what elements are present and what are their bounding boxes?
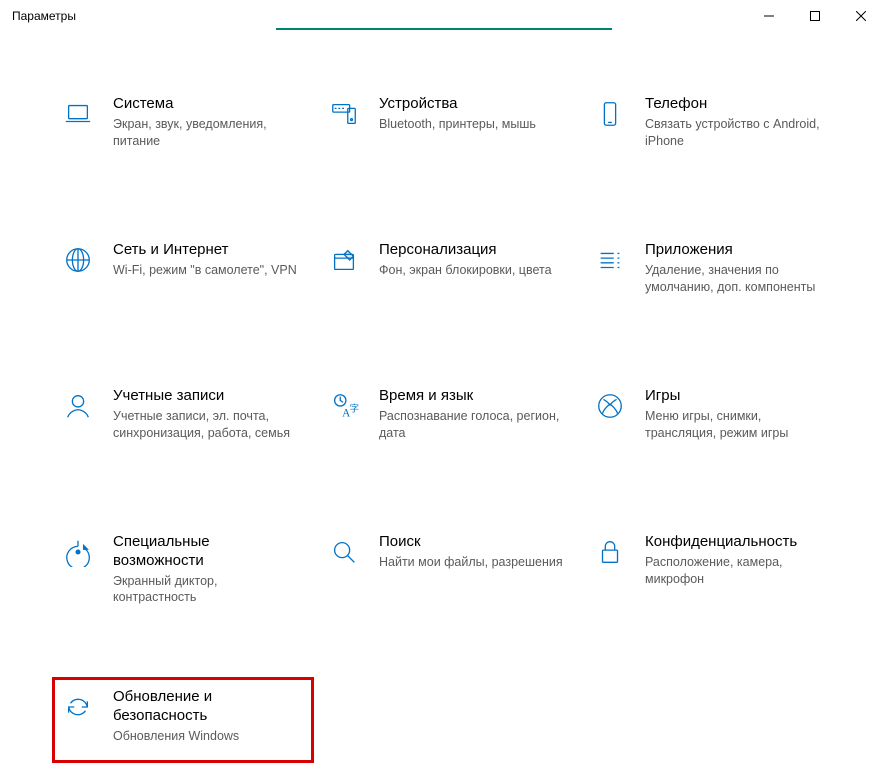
tile-title: Обновление и безопасность: [113, 688, 297, 726]
tile-desc: Экран, звук, уведомления, питание: [113, 116, 297, 150]
tile-privacy[interactable]: Конфиденциальность Расположение, камера,…: [584, 522, 846, 617]
devices-icon: [327, 97, 361, 131]
tile-update[interactable]: Обновление и безопасность Обновления Win…: [52, 677, 314, 763]
tile-title: Специальные возможности: [113, 533, 297, 571]
maximize-button[interactable]: [792, 0, 838, 32]
tile-phone[interactable]: Телефон Связать устройство с Android, iP…: [584, 84, 846, 170]
person-icon: [61, 389, 95, 423]
tile-title: Телефон: [645, 95, 829, 114]
tile-desc: Учетные записи, эл. почта, синхронизация…: [113, 408, 297, 442]
tile-system[interactable]: Система Экран, звук, уведомления, питани…: [52, 84, 314, 170]
tile-personalization[interactable]: Персонализация Фон, экран блокировки, цв…: [318, 230, 580, 316]
time-language-icon: A字: [327, 389, 361, 423]
tile-desc: Обновления Windows: [113, 728, 297, 745]
tile-apps[interactable]: Приложения Удаление, значения по умолчан…: [584, 230, 846, 316]
tile-desc: Экранный диктор, контрастность: [113, 573, 297, 607]
close-button[interactable]: [838, 0, 884, 32]
tile-accessibility[interactable]: Специальные возможности Экранный диктор,…: [52, 522, 314, 617]
window-title: Параметры: [12, 9, 76, 23]
xbox-icon: [593, 389, 627, 423]
apps-icon: [593, 243, 627, 277]
tile-desc: Wi-Fi, режим "в самолете", VPN: [113, 262, 297, 279]
globe-icon: [61, 243, 95, 277]
tile-title: Приложения: [645, 241, 829, 260]
tile-title: Сеть и Интернет: [113, 241, 297, 260]
tile-desc: Распознавание голоса, регион, дата: [379, 408, 563, 442]
window-controls: [746, 0, 884, 32]
update-icon: [61, 690, 95, 724]
minimize-button[interactable]: [746, 0, 792, 32]
tile-desc: Расположение, камера, микрофон: [645, 554, 829, 588]
paint-icon: [327, 243, 361, 277]
search-icon: [327, 535, 361, 569]
tile-title: Устройства: [379, 95, 563, 114]
tile-title: Игры: [645, 387, 829, 406]
tile-accounts[interactable]: Учетные записи Учетные записи, эл. почта…: [52, 376, 314, 462]
svg-text:字: 字: [350, 403, 359, 415]
phone-icon: [593, 97, 627, 131]
tile-desc: Bluetooth, принтеры, мышь: [379, 116, 563, 133]
tile-network[interactable]: Сеть и Интернет Wi-Fi, режим "в самолете…: [52, 230, 314, 316]
tile-title: Конфиденциальность: [645, 533, 829, 552]
tile-search[interactable]: Поиск Найти мои файлы, разрешения: [318, 522, 580, 617]
tile-devices[interactable]: Устройства Bluetooth, принтеры, мышь: [318, 84, 580, 170]
tile-title: Время и язык: [379, 387, 563, 406]
tile-title: Персонализация: [379, 241, 563, 260]
tile-gaming[interactable]: Игры Меню игры, снимки, трансляция, режи…: [584, 376, 846, 462]
tile-desc: Фон, экран блокировки, цвета: [379, 262, 563, 279]
tile-desc: Найти мои файлы, разрешения: [379, 554, 563, 571]
tile-desc: Удаление, значения по умолчанию, доп. ко…: [645, 262, 829, 296]
accessibility-icon: [61, 535, 95, 569]
tile-title: Учетные записи: [113, 387, 297, 406]
search-underline-indicator: [276, 28, 612, 30]
tile-desc: Меню игры, снимки, трансляция, режим игр…: [645, 408, 829, 442]
tile-title: Поиск: [379, 533, 563, 552]
lock-icon: [593, 535, 627, 569]
tile-desc: Связать устройство с Android, iPhone: [645, 116, 829, 150]
tile-time[interactable]: A字 Время и язык Распознавание голоса, ре…: [318, 376, 580, 462]
tile-title: Система: [113, 95, 297, 114]
settings-grid: Система Экран, звук, уведомления, питани…: [52, 84, 842, 763]
laptop-icon: [61, 97, 95, 131]
